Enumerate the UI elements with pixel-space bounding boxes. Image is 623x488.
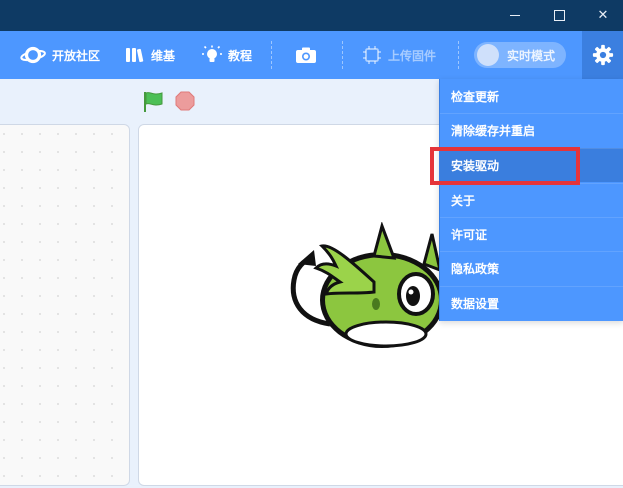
menu-item-label: 检查更新 xyxy=(451,89,500,104)
tutorial-label: 教程 xyxy=(228,48,253,63)
maximize-button[interactable] xyxy=(537,0,581,31)
planet-icon xyxy=(20,46,46,64)
minimize-icon xyxy=(510,15,520,16)
screenshot-button[interactable] xyxy=(295,31,317,79)
upload-firmware-button[interactable]: 上传固件 xyxy=(362,31,436,79)
camera-icon xyxy=(296,47,316,63)
menu-item-check-update[interactable]: 检查更新 xyxy=(440,79,623,113)
settings-button[interactable] xyxy=(582,31,623,79)
sprite-creature[interactable] xyxy=(282,222,452,352)
live-mode-toggle[interactable]: 实时模式 xyxy=(474,42,566,68)
settings-menu: 检查更新 清除缓存并重启 安装驱动 关于 许可证 隐私政策 数据设置 xyxy=(439,79,623,321)
code-area[interactable] xyxy=(0,124,130,486)
menu-item-label: 许可证 xyxy=(451,228,488,242)
menu-item-about[interactable]: 关于 xyxy=(440,183,623,217)
toggle-knob xyxy=(477,44,499,66)
tutorial-button[interactable]: 教程 xyxy=(202,31,252,79)
menu-item-label: 关于 xyxy=(451,194,476,208)
green-flag-icon[interactable] xyxy=(142,91,164,113)
community-button[interactable]: 开放社区 xyxy=(20,31,100,79)
menu-item-clear-cache[interactable]: 清除缓存并重启 xyxy=(440,113,623,147)
annotation-highlight-box xyxy=(430,147,580,185)
menu-item-data-settings[interactable]: 数据设置 xyxy=(440,286,623,320)
toolbar-divider xyxy=(458,41,459,69)
close-icon: ✕ xyxy=(597,8,609,23)
stop-icon[interactable] xyxy=(175,91,195,111)
title-bar: ✕ xyxy=(0,0,623,31)
wiki-button[interactable]: 维基 xyxy=(125,31,175,79)
toolbar-divider xyxy=(342,41,343,69)
close-button[interactable]: ✕ xyxy=(581,0,623,31)
wiki-label: 维基 xyxy=(151,48,176,63)
gear-icon xyxy=(592,44,613,66)
upload-firmware-label: 上传固件 xyxy=(388,48,437,63)
chip-icon xyxy=(363,46,381,64)
minimize-button[interactable] xyxy=(493,0,537,31)
community-label: 开放社区 xyxy=(52,48,101,63)
books-icon xyxy=(126,48,144,63)
live-mode-label: 实时模式 xyxy=(507,48,556,63)
lightbulb-icon xyxy=(202,45,222,62)
menu-item-label: 隐私政策 xyxy=(451,262,500,276)
menu-item-privacy-policy[interactable]: 隐私政策 xyxy=(440,251,623,285)
menu-item-label: 数据设置 xyxy=(451,297,500,311)
menu-item-label: 清除缓存并重启 xyxy=(451,124,536,138)
maximize-icon xyxy=(553,10,565,21)
menu-item-license[interactable]: 许可证 xyxy=(440,217,623,251)
toolbar-divider xyxy=(271,41,272,69)
